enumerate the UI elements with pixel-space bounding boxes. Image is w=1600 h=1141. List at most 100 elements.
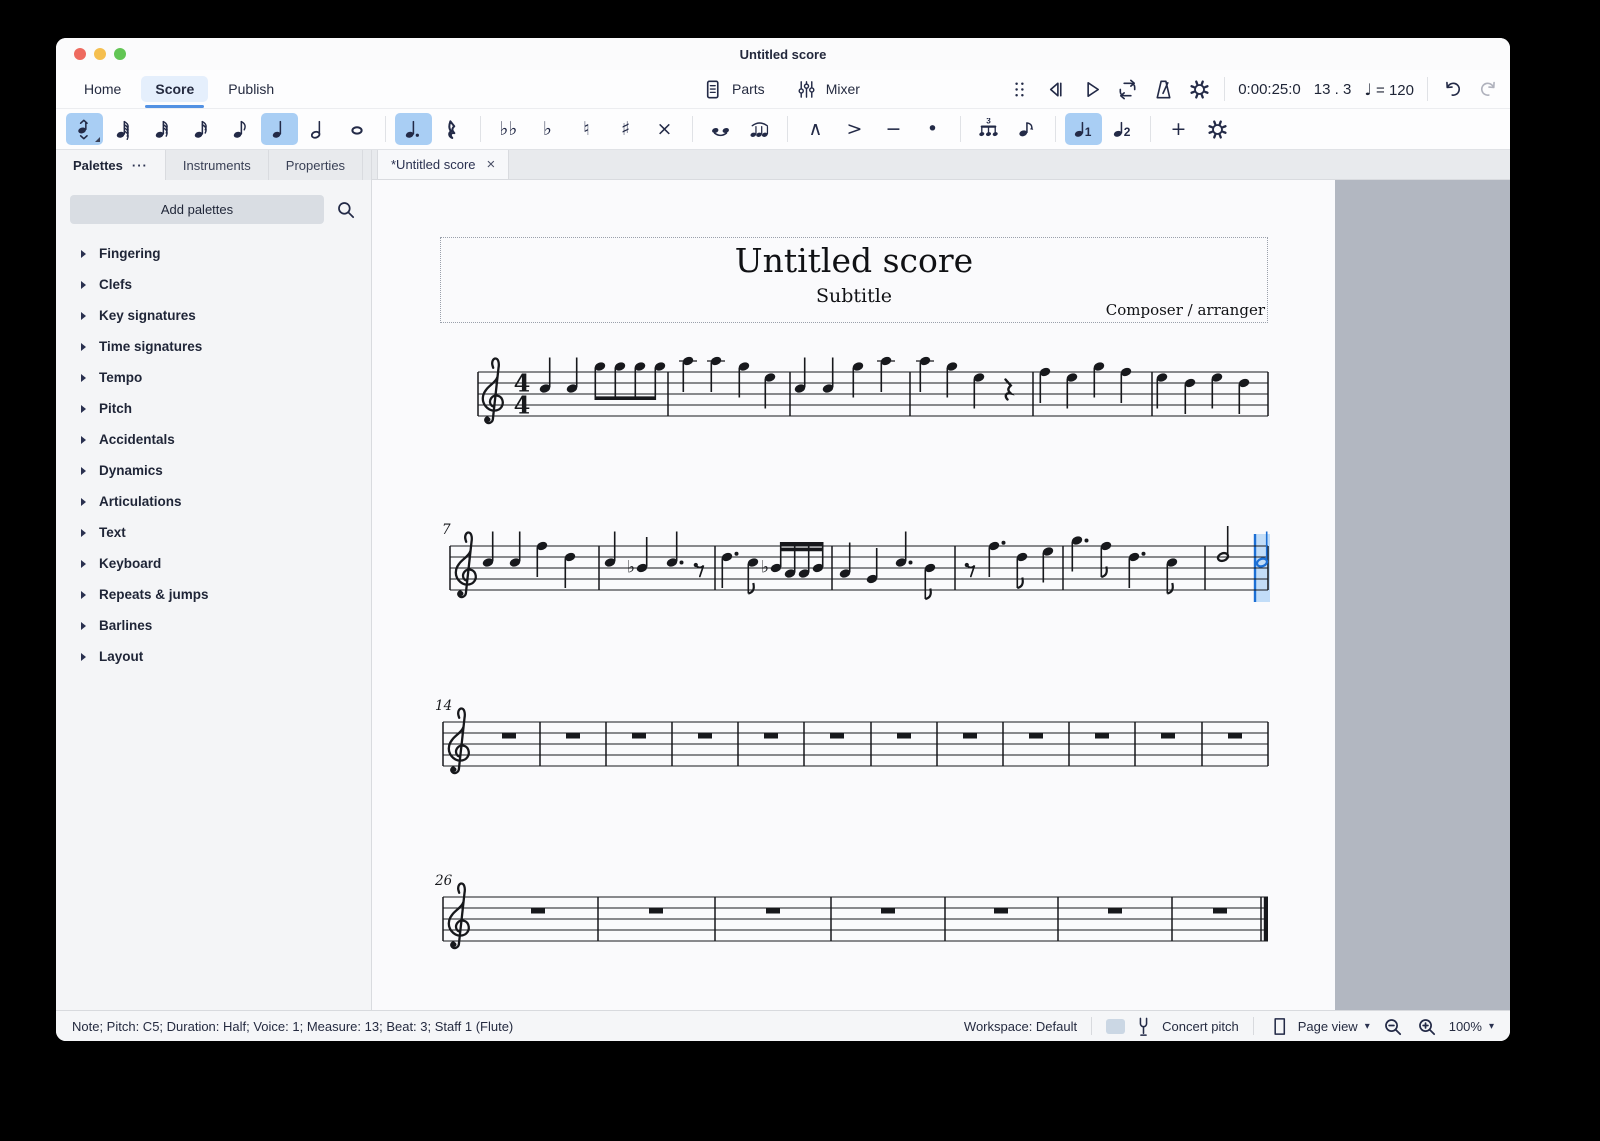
loop-playback-button[interactable] bbox=[1116, 78, 1139, 101]
palette-item-articulations[interactable]: Articulations bbox=[56, 486, 371, 517]
toolbar-separator bbox=[1150, 116, 1151, 142]
score-title[interactable]: Untitled score bbox=[441, 241, 1267, 280]
double-flat-button[interactable]: ♭♭ bbox=[490, 113, 527, 145]
metronome-button[interactable] bbox=[1152, 78, 1175, 101]
whole-rest bbox=[1108, 908, 1122, 914]
toolbar-separator bbox=[1055, 116, 1056, 142]
rewind-button[interactable] bbox=[1044, 78, 1067, 101]
staff-system: 26 bbox=[434, 873, 1268, 950]
zoom-level-label: 100% bbox=[1448, 1018, 1482, 1034]
palette-item-dynamics[interactable]: Dynamics bbox=[56, 455, 371, 486]
marcato-button[interactable]: ∧ bbox=[797, 113, 834, 145]
tab-publish[interactable]: Publish bbox=[214, 76, 288, 102]
palette-item-time-signatures[interactable]: Time signatures bbox=[56, 331, 371, 362]
svg-text:♭: ♭ bbox=[761, 558, 769, 578]
add-palettes-button[interactable]: Add palettes bbox=[70, 195, 324, 224]
zoom-in-button[interactable] bbox=[1415, 1015, 1438, 1038]
separator bbox=[1091, 1017, 1093, 1035]
panel-tab-palettes[interactable]: Palettes ··· bbox=[56, 150, 166, 180]
tab-home[interactable]: Home bbox=[70, 76, 135, 102]
zoom-window-button[interactable] bbox=[114, 48, 126, 60]
augmentation-dot-button[interactable] bbox=[395, 113, 432, 145]
chevron-right-icon bbox=[81, 652, 86, 661]
search-palettes-button[interactable] bbox=[334, 198, 357, 221]
tab-score[interactable]: Score bbox=[141, 76, 209, 108]
concert-pitch-toggle[interactable] bbox=[1106, 1018, 1126, 1034]
panel-tab-properties[interactable]: Properties bbox=[269, 150, 364, 180]
whole-rest bbox=[994, 908, 1008, 914]
parts-button[interactable]: Parts bbox=[701, 78, 765, 101]
score-composer[interactable]: Composer / arranger bbox=[1106, 301, 1265, 319]
slur-button[interactable] bbox=[741, 113, 778, 145]
add-button[interactable]: + bbox=[1160, 113, 1197, 145]
palette-item-label: Keyboard bbox=[99, 556, 162, 571]
redo-button[interactable] bbox=[1477, 78, 1500, 101]
note-16th-button[interactable] bbox=[183, 113, 220, 145]
playback-settings-button[interactable] bbox=[1188, 78, 1211, 101]
tie-button[interactable] bbox=[702, 113, 739, 145]
whole-rest bbox=[830, 733, 844, 739]
note-64th-button[interactable] bbox=[105, 113, 142, 145]
toolbar-separator bbox=[960, 116, 961, 142]
workspace-button[interactable]: Workspace: Default bbox=[964, 1019, 1077, 1034]
view-mode-select[interactable]: Page view ▾ bbox=[1268, 1015, 1370, 1038]
play-button[interactable] bbox=[1080, 78, 1103, 101]
augmentation-dot-icon bbox=[402, 118, 425, 141]
palette-item-pitch[interactable]: Pitch bbox=[56, 393, 371, 424]
drag-handle-icon[interactable] bbox=[1008, 78, 1031, 101]
note-half-button[interactable] bbox=[300, 113, 337, 145]
customize-toolbar-button[interactable] bbox=[1199, 113, 1236, 145]
main-area: Palettes ··· Instruments Properties Add pal… bbox=[56, 150, 1510, 1010]
palette-item-text[interactable]: Text bbox=[56, 517, 371, 548]
sharp-button[interactable]: ♯ bbox=[607, 113, 644, 145]
score-page: 4 4 7 ♭ ♭ 14 26 Untitled score Subtitle Compos… bbox=[372, 180, 1335, 1010]
natural-button[interactable]: ♮ bbox=[568, 113, 605, 145]
flat-button[interactable]: ♭ bbox=[529, 113, 566, 145]
palette-item-keyboard[interactable]: Keyboard bbox=[56, 548, 371, 579]
palettes-menu-icon[interactable]: ··· bbox=[132, 158, 148, 173]
chevron-right-icon bbox=[81, 311, 86, 320]
close-window-button[interactable] bbox=[74, 48, 86, 60]
document-tab[interactable]: *Untitled score × bbox=[377, 150, 510, 179]
voice-1-button[interactable]: 1 bbox=[1065, 113, 1102, 145]
tenuto-button[interactable]: − bbox=[875, 113, 912, 145]
palette-list: Fingering Clefs Key signatures Time signatu… bbox=[56, 234, 371, 676]
customize-toolbar-icon bbox=[1206, 118, 1229, 141]
tuplet-button[interactable]: 3 bbox=[970, 113, 1007, 145]
palette-item-key-signatures[interactable]: Key signatures bbox=[56, 300, 371, 331]
minimize-window-button[interactable] bbox=[94, 48, 106, 60]
note-whole-button[interactable] bbox=[339, 113, 376, 145]
palette-item-clefs[interactable]: Clefs bbox=[56, 269, 371, 300]
voice-2-button[interactable]: 2 bbox=[1104, 113, 1141, 145]
zoom-level-select[interactable]: 100% ▾ bbox=[1449, 1019, 1494, 1034]
palette-item-accidentals[interactable]: Accidentals bbox=[56, 424, 371, 455]
palette-item-repeats-jumps[interactable]: Repeats & jumps bbox=[56, 579, 371, 610]
palette-item-fingering[interactable]: Fingering bbox=[56, 238, 371, 269]
mixer-button[interactable]: Mixer bbox=[795, 78, 860, 101]
double-sharp-button[interactable]: × bbox=[646, 113, 683, 145]
palette-item-label: Tempo bbox=[99, 370, 143, 385]
palette-item-layout[interactable]: Layout bbox=[56, 641, 371, 672]
palette-item-label: Clefs bbox=[99, 277, 133, 292]
accent-button[interactable]: > bbox=[836, 113, 873, 145]
palette-item-barlines[interactable]: Barlines bbox=[56, 610, 371, 641]
note-quarter-button[interactable] bbox=[261, 113, 298, 145]
palette-item-label: Layout bbox=[99, 649, 144, 664]
staccato-button[interactable]: • bbox=[914, 113, 951, 145]
flip-direction-button[interactable] bbox=[1009, 113, 1046, 145]
menubar-center: Parts Mixer bbox=[701, 78, 860, 101]
page-gutter bbox=[1335, 180, 1510, 1010]
rest-button[interactable] bbox=[434, 113, 471, 145]
note-8th-button[interactable] bbox=[222, 113, 259, 145]
toolbar-separator bbox=[480, 116, 481, 142]
close-tab-icon[interactable]: × bbox=[487, 157, 496, 172]
tempo-value: = 120 bbox=[1376, 81, 1414, 99]
panel-tab-instruments[interactable]: Instruments bbox=[166, 150, 269, 180]
palette-item-tempo[interactable]: Tempo bbox=[56, 362, 371, 393]
note-input-button[interactable] bbox=[66, 113, 103, 145]
panel-tab-label: Properties bbox=[285, 157, 346, 173]
note-32nd-button[interactable] bbox=[144, 113, 181, 145]
undo-button[interactable] bbox=[1441, 78, 1464, 101]
zoom-out-button[interactable] bbox=[1381, 1015, 1404, 1038]
concert-pitch-control[interactable]: Concert pitch bbox=[1106, 1015, 1239, 1038]
